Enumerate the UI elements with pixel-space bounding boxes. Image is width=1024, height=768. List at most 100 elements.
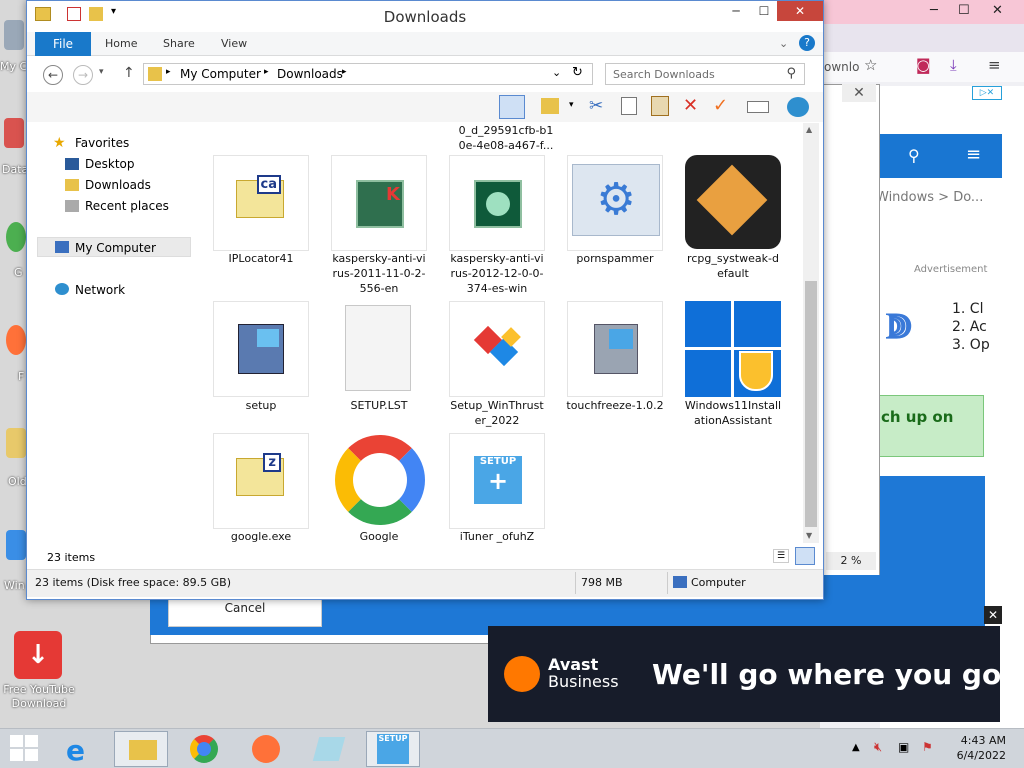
file-item[interactable]: z <box>213 433 309 529</box>
paste-icon[interactable] <box>651 96 669 116</box>
catch-up-button[interactable]: ch up on <box>870 395 984 457</box>
nav-desktop[interactable]: Desktop <box>85 157 135 171</box>
delete-icon[interactable]: ✕ <box>683 95 698 116</box>
breadcrumb[interactable]: Windows > Do... <box>876 190 983 205</box>
close-icon[interactable]: ✕ <box>777 1 823 21</box>
file-item[interactable] <box>567 301 663 397</box>
status-bar: 23 items (Disk free space: 89.5 GB) 798 … <box>27 569 823 597</box>
up-icon[interactable]: ↑ <box>123 65 135 81</box>
network-tray-icon[interactable]: ▣ <box>898 740 909 754</box>
file-item[interactable] <box>213 301 309 397</box>
details-view-icon[interactable]: ☰ <box>773 549 789 563</box>
tab-file[interactable]: File <box>35 32 91 56</box>
notepad-icon[interactable] <box>302 731 356 767</box>
vertical-scrollbar[interactable]: ▲ ▼ <box>803 123 819 543</box>
youtube-download-icon[interactable]: ↓ <box>14 631 62 679</box>
tab-view[interactable]: View <box>221 37 247 50</box>
url-fragment[interactable]: ownlo <box>824 60 859 74</box>
desktop-icon-computer[interactable] <box>4 20 24 50</box>
copy-icon[interactable] <box>621 97 637 115</box>
status-divider <box>667 572 668 594</box>
forward-icon[interactable]: → <box>73 65 93 85</box>
maximize-icon[interactable]: ☐ <box>751 1 777 21</box>
file-explorer-icon[interactable] <box>114 731 168 767</box>
nav-recent-places[interactable]: Recent places <box>85 199 169 213</box>
maximize-icon[interactable]: ☐ <box>958 3 970 18</box>
minimize-icon[interactable]: ─ <box>723 1 749 21</box>
nav-my-computer[interactable]: My Computer <box>75 241 156 255</box>
file-item[interactable] <box>449 155 545 251</box>
desktop-icon-folder[interactable] <box>6 428 26 458</box>
desktop-icon-data[interactable] <box>4 118 24 148</box>
scrollbar-thumb[interactable] <box>805 281 817 527</box>
chrome-icon[interactable] <box>178 731 232 767</box>
cut-icon[interactable]: ✂ <box>589 96 603 116</box>
tab-share[interactable]: Share <box>163 37 195 50</box>
file-item[interactable] <box>449 301 545 397</box>
setup-taskbar-icon[interactable]: SETUP <box>366 731 420 767</box>
hamburger-icon[interactable]: ≡ <box>966 144 981 165</box>
file-item[interactable]: ca <box>213 155 309 251</box>
firefox-icon[interactable] <box>240 731 294 767</box>
new-folder-icon[interactable] <box>541 98 559 114</box>
ad-close-icon[interactable]: ✕ <box>984 606 1002 624</box>
file-item[interactable] <box>685 155 781 251</box>
file-item[interactable]: SETUP + <box>449 433 545 529</box>
address-bar[interactable]: ▸ My Computer ▸ Downloads ▸ ⌄ ↻ <box>143 63 593 85</box>
nav-network[interactable]: Network <box>75 283 125 297</box>
tab-home[interactable]: Home <box>105 37 137 50</box>
action-center-icon[interactable]: ⚑ <box>922 740 933 754</box>
blue-banner <box>880 476 985 646</box>
desktop-label-computer: My C <box>0 60 28 73</box>
scroll-down-icon[interactable]: ▼ <box>806 531 812 540</box>
desktop-label-f: F <box>18 370 25 383</box>
globe-icon[interactable] <box>787 97 809 117</box>
pocket-icon[interactable]: ◙ <box>916 56 931 74</box>
large-icons-view-icon[interactable] <box>795 547 815 565</box>
ad-choices-icon[interactable]: ▷✕ <box>972 86 1002 100</box>
desktop-icon-win[interactable] <box>6 530 26 560</box>
start-button[interactable] <box>10 735 38 761</box>
system-clock[interactable]: 4:43 AM 6/4/2022 <box>954 733 1006 763</box>
crumb-downloads[interactable]: Downloads <box>277 67 343 81</box>
file-item[interactable] <box>331 433 427 529</box>
volume-muted-icon[interactable]: 🔇︎ <box>874 740 882 755</box>
rename-icon[interactable]: ✓ <box>713 95 728 116</box>
ca-file-icon: ca <box>236 175 284 218</box>
downloads-icon[interactable]: ⤓ <box>950 56 957 74</box>
nav-favorites[interactable]: Favorites <box>75 136 129 150</box>
ie-icon[interactable]: e <box>56 731 110 767</box>
file-label-partial: 0_d_29591cfb-b1 0e-4e08-a467-f... <box>458 124 554 152</box>
expand-ribbon-icon[interactable]: ⌄ <box>779 37 788 50</box>
file-list: 0_d_29591cfb-b1 0e-4e08-a467-f... ca IPL… <box>207 123 803 543</box>
refresh-icon[interactable]: ↻ <box>572 65 583 80</box>
desktop-icon-chrome[interactable] <box>6 222 26 252</box>
file-item[interactable]: K <box>331 155 427 251</box>
star-icon: ★ <box>53 135 66 151</box>
file-label: Windows11Install ationAssistant <box>684 399 782 427</box>
status-disk: 23 items (Disk free space: 89.5 GB) <box>35 576 231 589</box>
preview-pane-icon[interactable] <box>499 95 525 119</box>
file-item[interactable]: ⚙ <box>567 155 663 251</box>
scroll-up-icon[interactable]: ▲ <box>806 125 812 134</box>
search-icon[interactable]: ⚲ <box>908 146 920 165</box>
back-icon[interactable]: ← <box>43 65 63 85</box>
properties-icon[interactable] <box>747 101 769 113</box>
help-icon[interactable]: ? <box>799 35 815 51</box>
close-icon[interactable]: ✕ <box>992 3 1003 18</box>
desktop-label-old: Old <box>8 475 27 488</box>
crumb-my-computer[interactable]: My Computer <box>180 67 261 81</box>
search-input[interactable]: Search Downloads ⚲ <box>605 63 805 85</box>
desktop-icon-firefox[interactable] <box>6 325 26 355</box>
dialog-close-icon[interactable]: ✕ <box>842 84 876 102</box>
bookmark-star-icon[interactable]: ☆ <box>864 56 877 74</box>
dropdown-icon[interactable]: ▾ <box>569 100 574 110</box>
menu-icon[interactable]: ≡ <box>988 56 1001 74</box>
address-dropdown-icon[interactable]: ⌄ <box>552 66 561 79</box>
file-item[interactable] <box>685 301 781 397</box>
tray-expand-icon[interactable]: ▲ <box>852 742 860 753</box>
minimize-icon[interactable]: ─ <box>930 3 938 18</box>
nav-downloads[interactable]: Downloads <box>85 178 151 192</box>
recent-locations-icon[interactable]: ▾ <box>99 67 104 77</box>
file-item[interactable] <box>331 301 427 397</box>
